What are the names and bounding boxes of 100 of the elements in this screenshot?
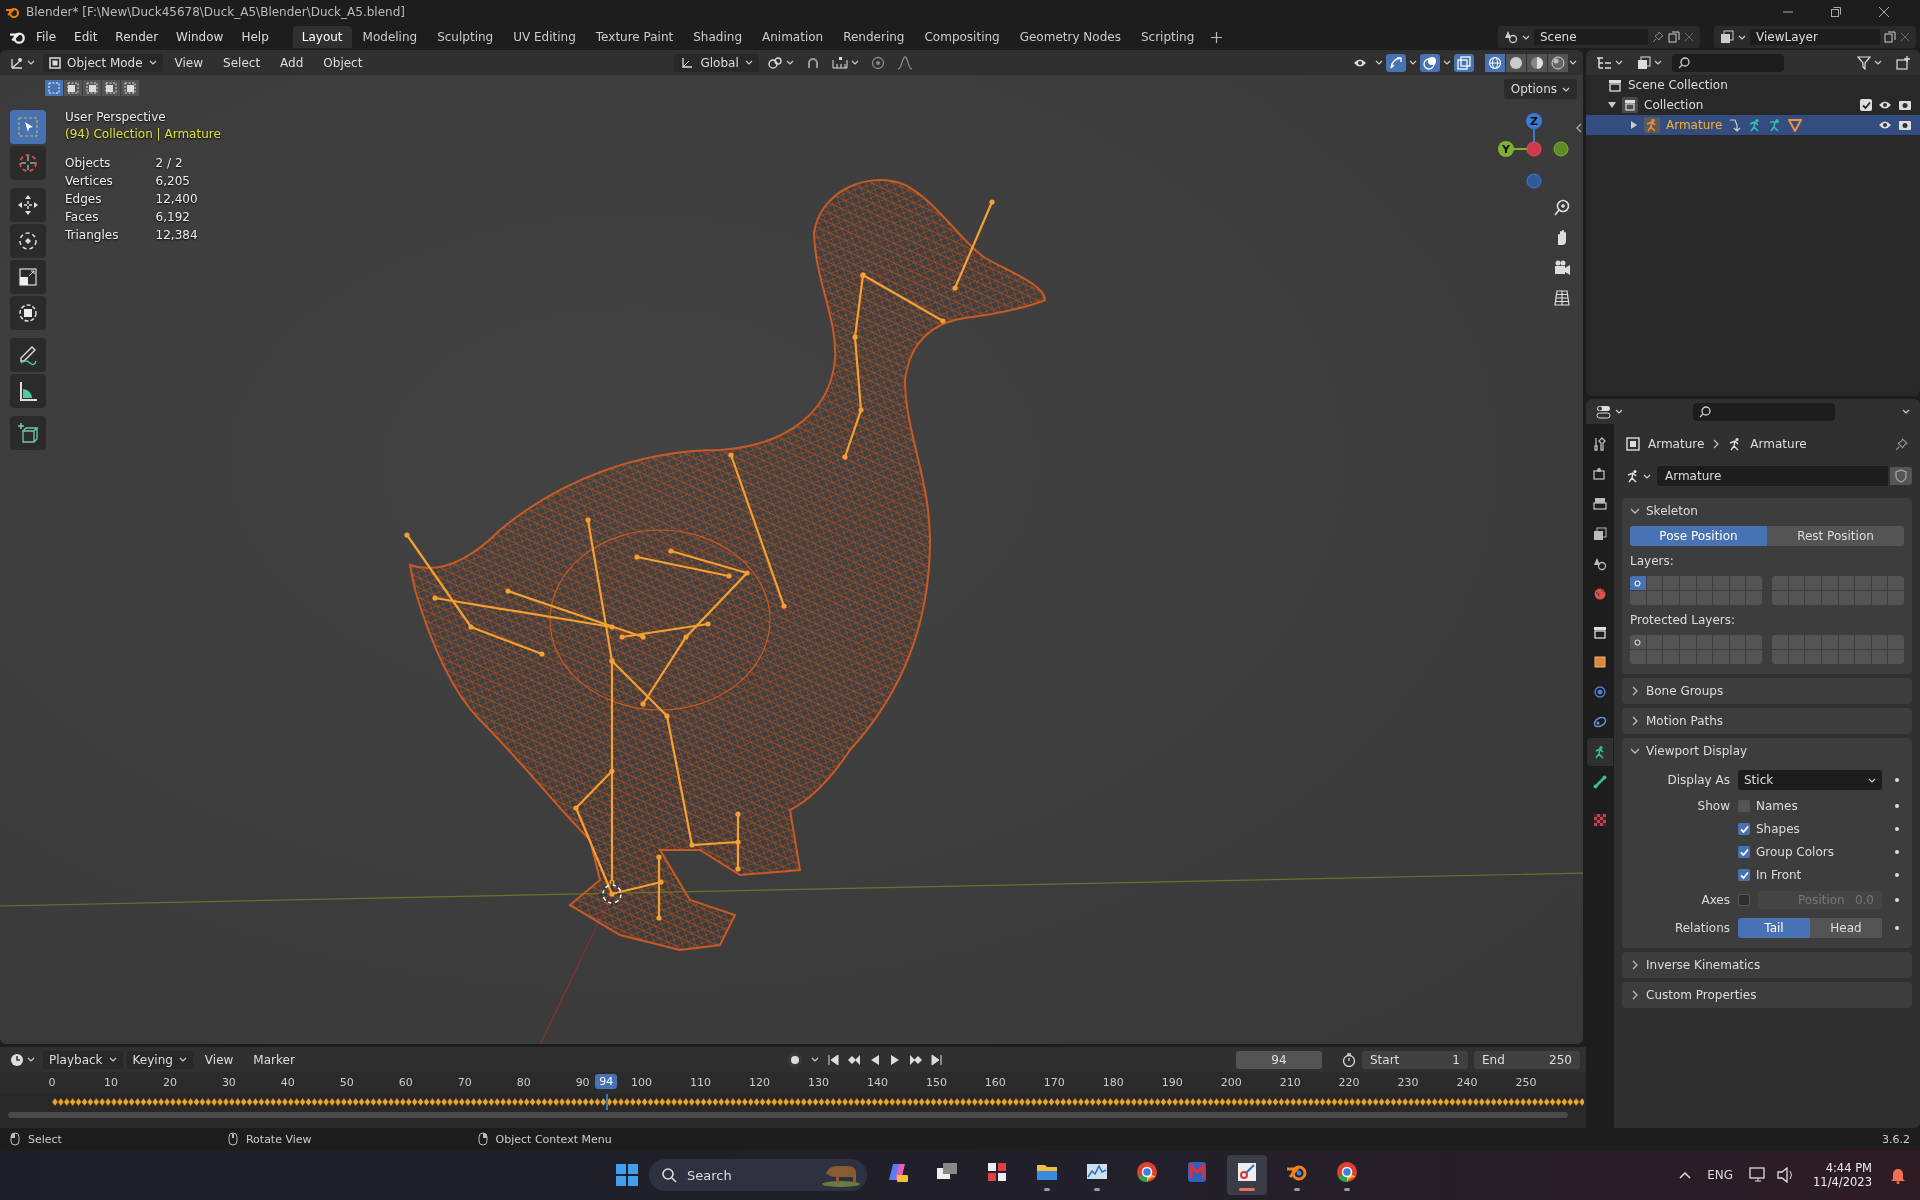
- frame-number: 210: [1279, 1076, 1301, 1089]
- breadcrumb-item: Armature: [1648, 437, 1705, 451]
- show-checkbox[interactable]: Group Colors: [1738, 845, 1882, 859]
- playhead-frame[interactable]: 94: [595, 1074, 618, 1089]
- menu-item[interactable]: View: [166, 53, 212, 72]
- status-hint: Rotate View: [245, 1132, 312, 1146]
- frame-number: 250: [1515, 1076, 1537, 1089]
- panel-header[interactable]: Bone Groups: [1622, 678, 1912, 704]
- field-label: Show: [1696, 799, 1730, 813]
- field-label: Layers:: [1630, 554, 1675, 568]
- status-hint: Object Context Menu: [495, 1132, 612, 1146]
- workspace-tab[interactable]: Compositing: [915, 26, 1009, 48]
- menu-item[interactable]: Help: [233, 28, 277, 46]
- current-frame-field[interactable]: 94: [1236, 1050, 1322, 1069]
- frame-number: 180: [1102, 1076, 1124, 1089]
- frame-number: 240: [1456, 1076, 1478, 1089]
- relations-toggle[interactable]: Head: [1810, 918, 1882, 938]
- frame-number: 20: [162, 1076, 177, 1089]
- window-title: Blender* [F:\New\Duck45678\Duck_A5\Blender\Duck_A5.blend]: [26, 5, 405, 19]
- stat-value: 12,400: [155, 192, 199, 206]
- frame-number: 150: [925, 1076, 947, 1089]
- outliner-row[interactable]: Armature: [1586, 115, 1920, 135]
- workspace-tab[interactable]: Layout: [292, 26, 352, 48]
- workspace-tab[interactable]: Rendering: [834, 26, 914, 48]
- outliner-row[interactable]: Collection: [1586, 95, 1920, 115]
- position-toggle[interactable]: Rest Position: [1767, 526, 1904, 546]
- menu-item[interactable]: Window: [168, 28, 232, 46]
- navigation-gizmo-drawing[interactable]: Z Y: [1498, 113, 1569, 189]
- menu-item[interactable]: View: [196, 1050, 242, 1069]
- frame-number: 160: [984, 1076, 1006, 1089]
- orientation-dropdown[interactable]: Global: [674, 53, 759, 72]
- workspace-tab[interactable]: Shading: [684, 26, 751, 48]
- frame-number: 130: [807, 1076, 829, 1089]
- frame-number: 100: [631, 1076, 653, 1089]
- panel-header[interactable]: Viewport Display: [1622, 738, 1912, 764]
- stat-label: Vertices: [65, 174, 114, 188]
- frame-number: 120: [749, 1076, 770, 1089]
- workspace-tab[interactable]: Texture Paint: [586, 26, 683, 48]
- mode-dropdown[interactable]: Object Mode: [43, 53, 163, 72]
- frame-number: 50: [339, 1076, 354, 1089]
- taskbar-search-field[interactable]: Search: [649, 1159, 867, 1191]
- language-indicator[interactable]: ENG: [1707, 1168, 1734, 1182]
- stat-value: 6,205: [155, 174, 191, 188]
- start-frame-field[interactable]: Start 1: [1362, 1050, 1468, 1069]
- workspace-tab[interactable]: Modeling: [353, 26, 427, 48]
- status-hint: Select: [28, 1132, 62, 1146]
- workspace-tab[interactable]: Animation: [753, 26, 833, 48]
- menu-item[interactable]: Edit: [66, 28, 106, 46]
- frame-number: 40: [280, 1076, 295, 1089]
- view-name: User Perspective: [65, 110, 167, 124]
- panel-header[interactable]: Motion Paths: [1622, 708, 1912, 734]
- version-label: 3.6.2: [1882, 1132, 1910, 1146]
- workspace-tab[interactable]: UV Editing: [504, 26, 585, 48]
- frame-number: 220: [1338, 1076, 1360, 1089]
- frame-number: 70: [457, 1076, 472, 1089]
- frame-number: 90: [575, 1076, 590, 1089]
- menu-item[interactable]: Add: [272, 53, 312, 72]
- frame-number: 30: [221, 1076, 236, 1089]
- show-checkbox[interactable]: Shapes: [1738, 822, 1882, 836]
- panel-header[interactable]: Inverse Kinematics: [1622, 952, 1912, 978]
- show-checkbox[interactable]: Names: [1738, 799, 1882, 813]
- view-layer-selector[interactable]: ViewLayer: [1714, 26, 1916, 48]
- stat-value: 2 / 2: [155, 156, 184, 170]
- workspace-tab[interactable]: Scripting: [1131, 26, 1204, 48]
- panel-header[interactable]: Skeleton: [1622, 498, 1912, 524]
- stat-label: Objects: [65, 156, 112, 170]
- outliner-row[interactable]: Scene Collection: [1586, 75, 1920, 95]
- breadcrumb-item: Armature: [1750, 437, 1807, 451]
- frame-number: 140: [866, 1076, 888, 1089]
- workspace-tab[interactable]: Sculpting: [428, 26, 503, 48]
- frame-number: 190: [1161, 1076, 1183, 1089]
- menu-item[interactable]: Select: [215, 53, 269, 72]
- workspace-tab[interactable]: Geometry Nodes: [1010, 26, 1130, 48]
- end-frame-field[interactable]: End 250: [1474, 1050, 1580, 1069]
- menu-item[interactable]: Render: [107, 28, 167, 46]
- field-label: Axes: [1700, 893, 1730, 907]
- frame-number: 110: [690, 1076, 712, 1089]
- stat-value: 6,192: [155, 210, 191, 224]
- frame-number: 10: [103, 1076, 118, 1089]
- relations-toggle[interactable]: Tail: [1738, 918, 1810, 938]
- menu-item[interactable]: Marker: [245, 1050, 303, 1069]
- menu-dropdown[interactable]: Keying: [126, 1050, 193, 1069]
- position-toggle[interactable]: Pose Position: [1630, 526, 1767, 546]
- menu-item[interactable]: File: [28, 28, 65, 46]
- frame-number: 80: [516, 1076, 531, 1089]
- show-checkbox[interactable]: In Front: [1738, 868, 1882, 882]
- panel-header[interactable]: Custom Properties: [1622, 982, 1912, 1008]
- display-as-dropdown[interactable]: Stick: [1738, 770, 1882, 790]
- frame-number: 60: [398, 1076, 413, 1089]
- field-label: Relations: [1673, 921, 1730, 935]
- stat-label: Faces: [65, 210, 100, 224]
- frame-number: 230: [1397, 1076, 1419, 1089]
- menu-item[interactable]: Object: [315, 53, 371, 72]
- field-label: Protected Layers:: [1630, 613, 1736, 627]
- options-dropdown[interactable]: Options: [1503, 79, 1577, 99]
- clock[interactable]: 4:44 PM 11/4/2023: [1813, 1161, 1872, 1189]
- frame-number: 0: [48, 1076, 56, 1089]
- data-name-field[interactable]: Armature: [1657, 466, 1888, 486]
- menu-dropdown[interactable]: Playback: [43, 1050, 123, 1069]
- scene-selector[interactable]: Scene: [1498, 26, 1700, 48]
